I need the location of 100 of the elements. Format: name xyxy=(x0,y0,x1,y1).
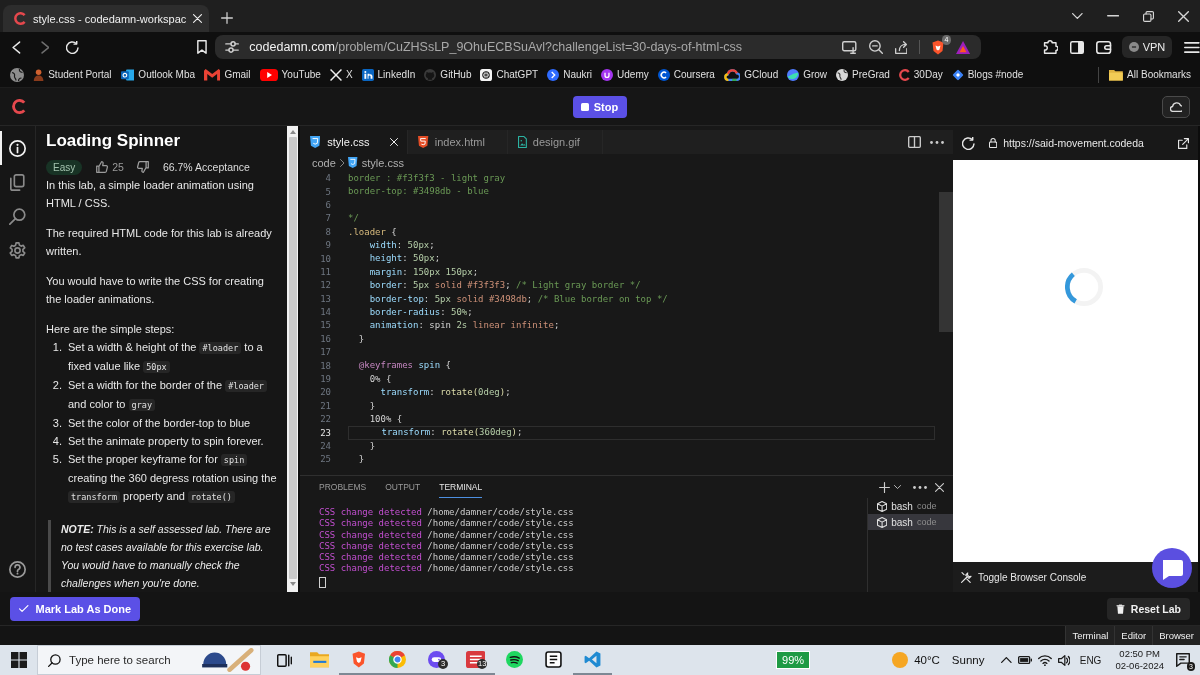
chat-icon[interactable] xyxy=(1152,548,1192,588)
lion-icon xyxy=(351,650,366,668)
zoom-out-icon[interactable] xyxy=(868,40,883,54)
volume-icon[interactable] xyxy=(1057,654,1070,666)
browser-tab[interactable]: style.css - codedamn-workspac xyxy=(3,5,209,32)
more-icon[interactable] xyxy=(913,485,927,489)
panel-tab[interactable]: TERMINAL xyxy=(439,476,483,498)
stop-button[interactable]: Stop xyxy=(572,95,628,118)
cloud-button[interactable] xyxy=(1162,95,1190,118)
plus-icon[interactable] xyxy=(878,481,890,493)
extensions-icon[interactable] xyxy=(1042,40,1059,54)
reload-icon[interactable] xyxy=(66,40,80,54)
bookmark-link[interactable]: LinkedIn xyxy=(361,68,416,81)
new-tab-icon[interactable] xyxy=(221,12,233,24)
difficulty-badge: Easy xyxy=(46,159,83,175)
bookmark-icon[interactable] xyxy=(197,40,208,54)
vpn-button[interactable]: VPN xyxy=(1121,36,1173,58)
view-toggle[interactable]: Editor xyxy=(1114,626,1153,645)
code-line: @keyframes spin { xyxy=(358,360,451,372)
minimize-icon[interactable] xyxy=(1106,15,1119,17)
line-number: 7 xyxy=(324,212,331,226)
triangle-icon[interactable] xyxy=(956,40,971,54)
console-toggle-button[interactable]: Toggle Browser Console xyxy=(961,571,1087,583)
thumbs-down-icon[interactable] xyxy=(136,161,149,173)
clock-time[interactable]: 02:50 PM xyxy=(1119,648,1161,660)
wifi-icon[interactable] xyxy=(1037,654,1052,666)
view-toggle[interactable]: Terminal xyxy=(1065,626,1115,645)
reset-button[interactable]: Reset Lab xyxy=(1106,597,1190,620)
settings-icon xyxy=(9,241,26,259)
c-logo-icon[interactable] xyxy=(12,99,26,114)
scrollbar[interactable] xyxy=(287,126,298,592)
screen-icon[interactable] xyxy=(842,40,857,54)
arrow-up-icon[interactable] xyxy=(289,130,296,134)
bookmark-link[interactable]: Student Portal xyxy=(33,68,112,81)
split-editor-icon[interactable] xyxy=(908,136,921,148)
reload-icon[interactable] xyxy=(962,136,975,150)
language-text[interactable]: ENG xyxy=(1079,654,1102,666)
like-button[interactable]: 25 xyxy=(96,161,124,173)
globe-icon[interactable] xyxy=(10,67,24,82)
windows-icon[interactable] xyxy=(11,652,27,668)
close-icon[interactable] xyxy=(935,482,944,492)
view-toggle[interactable]: Browser xyxy=(1152,626,1200,645)
image-file-icon xyxy=(517,136,527,148)
notification-icon[interactable] xyxy=(1176,653,1190,667)
bookmark-link[interactable]: Grow xyxy=(787,68,828,81)
mark-done-button[interactable]: Mark Lab As Done xyxy=(10,596,141,621)
more-icon[interactable] xyxy=(930,140,944,144)
site-settings-icon[interactable] xyxy=(225,41,240,53)
line-number: 6 xyxy=(324,198,331,212)
menu-icon[interactable] xyxy=(1184,41,1200,53)
arrow-down-icon[interactable] xyxy=(289,582,296,586)
editor-tab[interactable]: index.html xyxy=(408,130,508,154)
terminal-line: CSS change detected /home/damner/code/style.css xyxy=(319,507,574,519)
bookmark-link[interactable]: Blogs #node xyxy=(951,68,1024,81)
bookmark-link[interactable]: Gmail xyxy=(204,68,251,81)
restore-icon[interactable] xyxy=(1143,10,1154,22)
share-icon[interactable] xyxy=(894,40,908,54)
bookmark-link[interactable]: Udemy xyxy=(601,68,649,81)
chevron-up-icon[interactable] xyxy=(1000,657,1012,663)
bookmark-link[interactable]: YouTube xyxy=(259,68,321,81)
close-icon[interactable] xyxy=(1178,10,1189,22)
task-view-icon[interactable] xyxy=(277,653,293,667)
udemy-icon xyxy=(601,68,614,81)
panel-tab[interactable]: PROBLEMS xyxy=(319,476,367,498)
terminal-line: CSS change detected /home/damner/code/style.css xyxy=(319,518,574,530)
breadcrumb-item[interactable]: style.css xyxy=(361,156,404,169)
panel-tab[interactable]: OUTPUT xyxy=(385,476,421,498)
wallet-icon[interactable] xyxy=(1096,40,1112,54)
external-link-icon[interactable] xyxy=(1178,137,1189,149)
bookmark-link[interactable]: Outlook Mba xyxy=(120,68,196,81)
bookmark-folder[interactable]: All Bookmarks xyxy=(1109,68,1191,81)
back-icon[interactable] xyxy=(12,40,21,54)
terminal-item[interactable]: bash code xyxy=(868,514,953,530)
bookmark-link[interactable]: 30Day xyxy=(898,68,943,81)
sidebar-icon[interactable] xyxy=(1070,40,1085,54)
search-field[interactable]: Type here to search xyxy=(37,645,261,675)
list-number: 3. xyxy=(51,416,62,431)
clock-date[interactable]: 02-06-2024 xyxy=(1115,660,1164,672)
c-logo-icon xyxy=(14,12,26,25)
bookmark-link[interactable]: GitHub xyxy=(424,68,472,81)
forward-icon[interactable] xyxy=(40,40,50,54)
bookmark-link[interactable]: PreGrad xyxy=(836,68,890,81)
bookmark-link[interactable]: Naukri xyxy=(547,68,593,81)
chevron-down-icon[interactable] xyxy=(1072,13,1083,19)
bookmark-link[interactable]: GCloud xyxy=(723,68,779,81)
terminal-item[interactable]: bash code xyxy=(868,498,953,514)
scrollbar-thumb[interactable] xyxy=(939,192,953,332)
editor-tab[interactable]: design.gif xyxy=(507,130,603,154)
breadcrumb-item[interactable]: code xyxy=(312,156,336,169)
bookmark-link[interactable]: X xyxy=(329,68,353,81)
battery-icon[interactable] xyxy=(1017,656,1032,664)
list-number: 2. xyxy=(51,378,62,393)
editor-tab[interactable]: style.css xyxy=(300,130,409,154)
bookmark-link[interactable]: Coursera xyxy=(657,68,715,81)
bookmark-link[interactable]: ChatGPT xyxy=(480,68,539,81)
chevron-down-icon[interactable] xyxy=(893,485,901,489)
help-icon[interactable] xyxy=(9,561,26,578)
lion-icon[interactable] xyxy=(932,39,945,55)
knot-icon xyxy=(480,68,493,81)
linkedin-icon xyxy=(361,68,374,81)
